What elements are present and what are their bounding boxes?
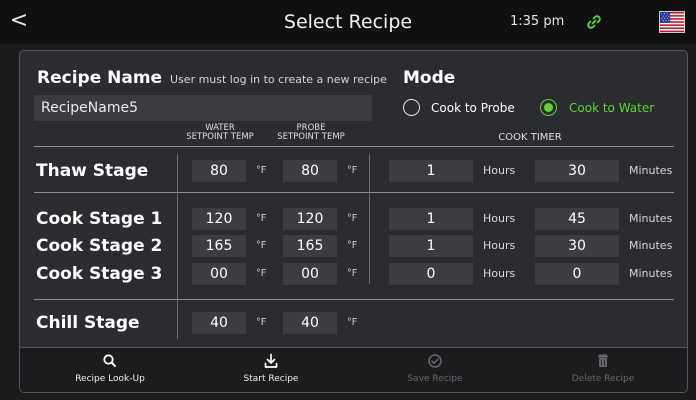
temp-unit: °F xyxy=(256,317,267,328)
hours-unit: Hours xyxy=(483,212,516,225)
minutes-field[interactable]: 0 xyxy=(535,263,619,285)
stage-label-cook-2: Cook Stage 2 xyxy=(36,236,163,256)
save-recipe-label: Save Recipe xyxy=(407,374,463,384)
mode-label: Mode xyxy=(403,68,456,88)
water-temp-field[interactable]: 40 xyxy=(192,312,246,334)
recipe-name-heading: Recipe Name User must log in to create a… xyxy=(37,68,387,88)
temp-unit: °F xyxy=(256,165,267,176)
column-divider xyxy=(369,154,370,284)
temp-unit: °F xyxy=(347,317,358,328)
column-divider xyxy=(177,154,178,339)
link-icon xyxy=(587,15,601,29)
minutes-unit: Minutes xyxy=(629,212,673,225)
cook-timer-header: COOK TIMER xyxy=(498,132,562,143)
minutes-unit: Minutes xyxy=(629,267,673,280)
water-setpoint-header: WATER SETPOINT TEMP xyxy=(184,124,256,142)
trash-icon xyxy=(598,354,608,367)
hours-unit: Hours xyxy=(483,164,516,177)
divider xyxy=(34,192,674,193)
back-button[interactable]: < xyxy=(6,6,32,36)
save-recipe-button[interactable]: Save Recipe xyxy=(375,352,495,384)
radio-cook-to-probe[interactable] xyxy=(403,99,420,116)
minutes-field[interactable]: 45 xyxy=(535,208,619,230)
check-circle-icon xyxy=(428,354,442,368)
delete-recipe-label: Delete Recipe xyxy=(571,374,635,384)
search-icon xyxy=(103,354,116,367)
water-temp-field[interactable]: 120 xyxy=(192,208,246,230)
recipe-name-label: Recipe Name xyxy=(37,68,163,88)
recipe-panel: Recipe Name User must log in to create a… xyxy=(19,50,688,393)
water-temp-field[interactable]: 80 xyxy=(192,160,246,182)
top-bar: < Select Recipe 1:35 pm xyxy=(0,0,696,44)
hours-unit: Hours xyxy=(483,267,516,280)
clock: 1:35 pm xyxy=(510,14,565,29)
minutes-field[interactable]: 30 xyxy=(535,160,619,182)
temp-unit: °F xyxy=(347,165,358,176)
recipe-lookup-label: Recipe Look-Up xyxy=(75,374,145,384)
water-temp-field[interactable]: 00 xyxy=(192,263,246,285)
stage-label-thaw: Thaw Stage xyxy=(36,161,149,181)
water-header-line2: SETPOINT TEMP xyxy=(186,132,254,142)
stage-label-cook-3: Cook Stage 3 xyxy=(36,264,163,284)
divider xyxy=(34,146,674,147)
probe-temp-field[interactable]: 40 xyxy=(283,312,337,334)
probe-header-line2: SETPOINT TEMP xyxy=(277,132,345,142)
us-flag-icon[interactable] xyxy=(659,11,685,33)
hours-unit: Hours xyxy=(483,239,516,252)
recipe-name-input[interactable] xyxy=(34,95,372,121)
radio-cook-to-water[interactable] xyxy=(540,99,557,116)
temp-unit: °F xyxy=(256,240,267,251)
temp-unit: °F xyxy=(256,268,267,279)
probe-temp-field[interactable]: 00 xyxy=(283,263,337,285)
download-icon xyxy=(264,353,278,368)
probe-setpoint-header: PROBE SETPOINT TEMP xyxy=(275,124,347,142)
start-recipe-label: Start Recipe xyxy=(243,374,299,384)
recipe-lookup-button[interactable]: Recipe Look-Up xyxy=(50,352,170,384)
radio-cook-to-water-label[interactable]: Cook to Water xyxy=(569,101,654,115)
temp-unit: °F xyxy=(347,240,358,251)
hours-field[interactable]: 1 xyxy=(389,160,473,182)
bottom-toolbar: Recipe Look-Up Start Recipe Save Recipe xyxy=(20,347,687,392)
temp-unit: °F xyxy=(256,213,267,224)
temp-unit: °F xyxy=(347,268,358,279)
start-recipe-button[interactable]: Start Recipe xyxy=(211,352,331,384)
probe-temp-field[interactable]: 80 xyxy=(283,160,337,182)
probe-temp-field[interactable]: 120 xyxy=(283,208,337,230)
stage-label-cook-1: Cook Stage 1 xyxy=(36,209,163,229)
radio-cook-to-probe-label[interactable]: Cook to Probe xyxy=(431,101,515,115)
hours-field[interactable]: 0 xyxy=(389,263,473,285)
delete-recipe-button[interactable]: Delete Recipe xyxy=(543,352,663,384)
divider xyxy=(34,299,674,300)
hours-field[interactable]: 1 xyxy=(389,235,473,257)
water-temp-field[interactable]: 165 xyxy=(192,235,246,257)
minutes-unit: Minutes xyxy=(629,239,673,252)
minutes-field[interactable]: 30 xyxy=(535,235,619,257)
stage-label-chill: Chill Stage xyxy=(36,313,140,333)
hours-field[interactable]: 1 xyxy=(389,208,473,230)
recipe-name-hint: User must log in to create a new recipe xyxy=(170,73,387,86)
probe-temp-field[interactable]: 165 xyxy=(283,235,337,257)
minutes-unit: Minutes xyxy=(629,164,673,177)
temp-unit: °F xyxy=(347,213,358,224)
